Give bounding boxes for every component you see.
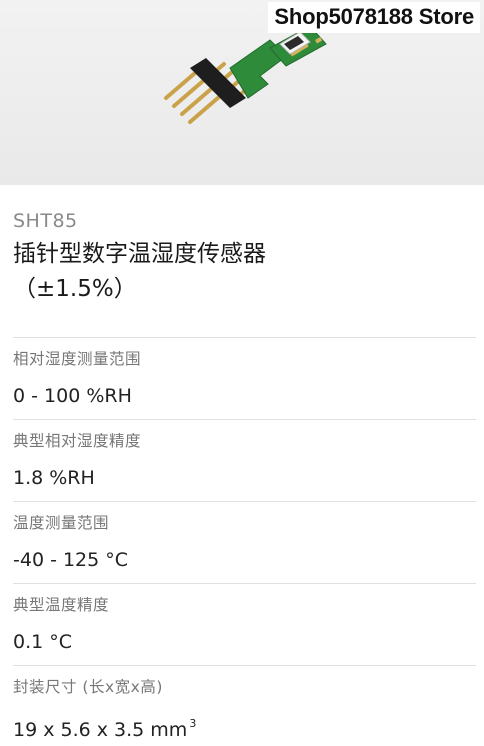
spec-temperature-range: 温度测量范围 -40 - 125 °C	[13, 501, 476, 572]
spec-temperature-accuracy: 典型温度精度 0.1 °C	[13, 583, 476, 654]
store-badge: Shop5078188 Store	[268, 2, 480, 33]
spec-value-superscript: 3	[189, 717, 197, 730]
product-title-line2: （±1.5%）	[13, 276, 137, 302]
spec-humidity-accuracy: 典型相对湿度精度 1.8 %RH	[13, 419, 476, 490]
spec-label: 典型温度精度	[13, 596, 110, 614]
spec-value: 19 x 5.6 x 3.5 mm 3	[13, 712, 476, 742]
sensor-product-image	[164, 25, 327, 124]
spec-label: 相对湿度测量范围	[13, 350, 142, 368]
spec-value-text: 19 x 5.6 x 3.5 mm	[13, 719, 188, 741]
spec-humidity-range: 相对湿度测量范围 0 - 100 %RH	[13, 337, 476, 408]
product-title-line1: 插针型数字温湿度传感器	[13, 241, 266, 267]
spec-value: -40 - 125 °C	[13, 549, 129, 571]
spec-label: 典型相对湿度精度	[13, 432, 142, 450]
spec-label: 温度测量范围	[13, 514, 110, 532]
product-image-area: Shop5078188 Store	[0, 0, 484, 185]
spec-value: 1.8 %RH	[13, 467, 95, 489]
spec-value: 0.1 °C	[13, 631, 73, 653]
product-info: SHT85 插针型数字温湿度传感器 （±1.5%）	[13, 205, 475, 307]
spec-package-size: 封装尺寸 (长x宽x高) 19 x 5.6 x 3.5 mm 3	[13, 665, 476, 742]
spec-label: 封装尺寸 (长x宽x高)	[13, 678, 163, 696]
product-model: SHT85	[13, 210, 78, 232]
spec-value: 0 - 100 %RH	[13, 385, 132, 407]
